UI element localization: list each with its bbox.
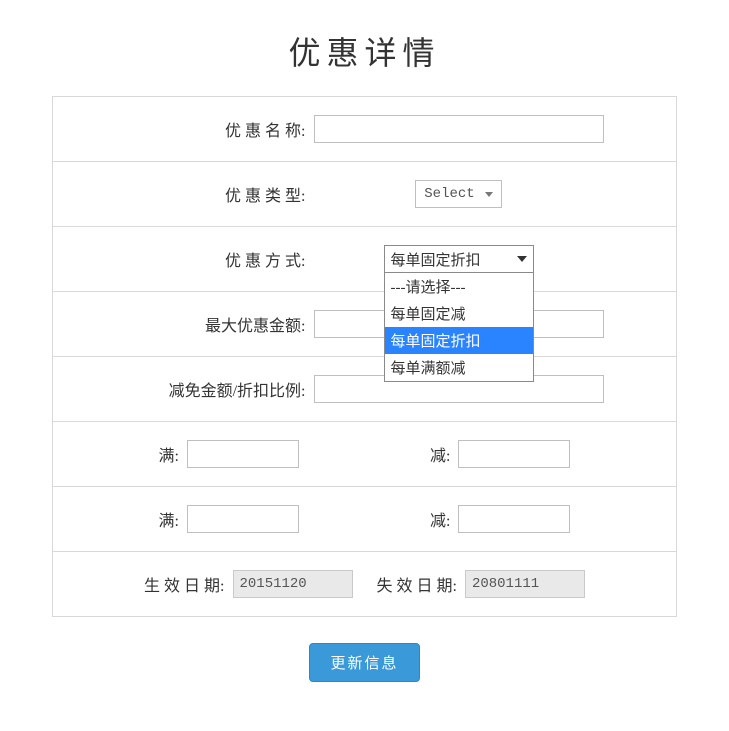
label-name: 优 惠 名 称: [126, 117, 306, 141]
row-max-amount: 最大优惠金额: [53, 292, 676, 357]
row-name: 优 惠 名 称: [53, 97, 676, 162]
label-exp-date: 失 效 日 期: [377, 572, 457, 596]
full-input-1[interactable] [187, 440, 299, 468]
label-max-amount: 最大优惠金额: [126, 312, 306, 336]
mode-option[interactable]: 每单满额减 [385, 354, 533, 381]
label-ratio: 减免金额/折扣比例: [126, 377, 306, 401]
label-full-2: 满: [159, 507, 179, 531]
row-ratio: 减免金额/折扣比例: [53, 357, 676, 422]
name-input[interactable] [314, 115, 604, 143]
type-select-value: Select [424, 186, 474, 202]
row-type: 优 惠 类 型: Select [53, 162, 676, 227]
row-dates: 生 效 日 期: 失 效 日 期: [53, 552, 676, 616]
promo-form: 优 惠 名 称: 优 惠 类 型: Select 优 惠 方 式: 每单固定折扣 [52, 96, 677, 617]
mode-select[interactable]: 每单固定折扣 ---请选择--- 每单固定减 每单固定折扣 每单满额减 [384, 245, 534, 273]
label-mode: 优 惠 方 式: [126, 247, 306, 271]
mode-select-value: 每单固定折扣 [391, 249, 481, 270]
mode-option[interactable]: 每单固定减 [385, 300, 533, 327]
type-select[interactable]: Select [415, 180, 501, 208]
mode-option[interactable]: ---请选择--- [385, 273, 533, 300]
label-type: 优 惠 类 型: [126, 182, 306, 206]
mode-option[interactable]: 每单固定折扣 [385, 327, 533, 354]
row-full-minus-1: 满: 减: [53, 422, 676, 487]
minus-input-1[interactable] [458, 440, 570, 468]
effective-date-input[interactable] [233, 570, 353, 598]
minus-input-2[interactable] [458, 505, 570, 533]
label-eff-date: 生 效 日 期: [144, 572, 224, 596]
label-full-1: 满: [159, 442, 179, 466]
full-input-2[interactable] [187, 505, 299, 533]
row-full-minus-2: 满: 减: [53, 487, 676, 552]
row-mode: 优 惠 方 式: 每单固定折扣 ---请选择--- 每单固定减 每单固定折扣 每… [53, 227, 676, 292]
chevron-down-icon [485, 192, 493, 197]
label-minus-2: 减: [430, 507, 450, 531]
chevron-down-icon [517, 256, 527, 262]
expire-date-input[interactable] [465, 570, 585, 598]
mode-select-dropdown: ---请选择--- 每单固定减 每单固定折扣 每单满额减 [384, 273, 534, 382]
mode-select-display[interactable]: 每单固定折扣 [384, 245, 534, 273]
update-button[interactable]: 更新信息 [309, 643, 419, 682]
label-minus-1: 减: [430, 442, 450, 466]
page-title: 优惠详情 [24, 28, 705, 74]
